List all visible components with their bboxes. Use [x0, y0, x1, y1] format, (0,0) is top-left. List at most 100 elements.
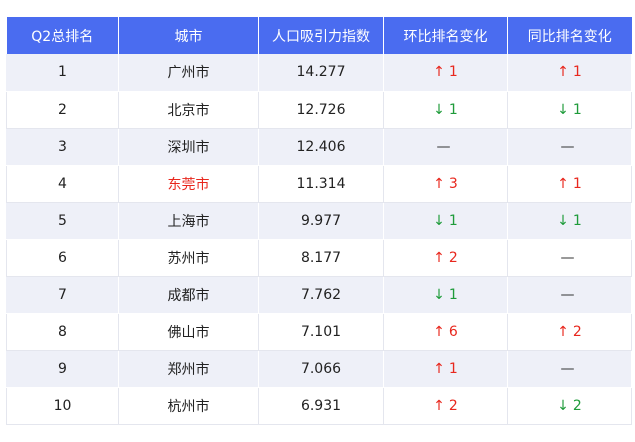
table-row: 3 深圳市 12.406 — — [6, 128, 632, 166]
mom-change-cell: ↓ 1 [383, 276, 508, 314]
city-cell: 东莞市 [118, 165, 259, 203]
yoy-change-cell: — [507, 128, 632, 166]
table-row: 9 郑州市 7.066 ↑ 1— [6, 350, 632, 388]
change-value: 2 [448, 249, 458, 266]
mom-change-cell: ↓ 1 [383, 202, 508, 240]
arrow-up-icon: ↑ [433, 397, 445, 414]
change-value: 1 [572, 212, 582, 229]
change-value: 1 [572, 64, 582, 81]
arrow-up-icon: ↑ [557, 323, 569, 340]
city-cell: 杭州市 [118, 387, 259, 425]
mom-change-cell: ↑ 2 [383, 239, 508, 277]
rank-cell: 6 [6, 239, 119, 277]
table-row: 1 广州市 14.277 ↑ 1 ↑ 1 [6, 54, 632, 92]
index-cell: 12.726 [258, 91, 384, 129]
index-cell: 7.066 [258, 350, 384, 388]
arrow-down-icon: ↓ [557, 397, 569, 414]
arrow-up-icon: ↑ [433, 323, 445, 340]
city-cell: 苏州市 [118, 239, 259, 277]
table-row: 10 杭州市 6.931 ↑ 2 ↓ 2 [6, 387, 632, 425]
yoy-change-cell: — [507, 350, 632, 388]
index-cell: 7.101 [258, 313, 384, 351]
change-value: 1 [448, 64, 458, 81]
city-cell: 广州市 [118, 54, 259, 92]
city-cell: 成都市 [118, 276, 259, 314]
arrow-down-icon: ↓ [433, 212, 445, 229]
dash-icon: — [436, 138, 451, 155]
rank-cell: 2 [6, 91, 119, 129]
index-cell: 8.177 [258, 239, 384, 277]
index-cell: 11.314 [258, 165, 384, 203]
yoy-change-cell: ↑ 2 [507, 313, 632, 351]
yoy-change-cell: ↓ 1 [507, 202, 632, 240]
arrow-up-icon: ↑ [433, 249, 445, 266]
dash-icon: — [560, 138, 575, 155]
change-value: 1 [448, 286, 458, 303]
header-city: 城市 [118, 17, 259, 54]
change-value: 2 [572, 323, 582, 340]
table-header: Q2总排名 城市 人口吸引力指数 环比排名变化 同比排名变化 [6, 17, 632, 54]
header-row: Q2总排名 城市 人口吸引力指数 环比排名变化 同比排名变化 [6, 17, 632, 54]
mom-change-cell: — [383, 128, 508, 166]
change-value: 6 [448, 323, 458, 340]
arrow-down-icon: ↓ [433, 101, 445, 118]
arrow-up-icon: ↑ [557, 175, 569, 192]
change-value: 2 [572, 397, 582, 414]
city-cell: 佛山市 [118, 313, 259, 351]
index-cell: 7.762 [258, 276, 384, 314]
table-row: 8 佛山市 7.101 ↑ 6 ↑ 2 [6, 313, 632, 351]
change-value: 1 [572, 175, 582, 192]
change-value: 1 [448, 360, 458, 377]
rank-cell: 5 [6, 202, 119, 240]
yoy-change-cell: ↓ 2 [507, 387, 632, 425]
ranking-table-container: Q2总排名 城市 人口吸引力指数 环比排名变化 同比排名变化 1 广州市 14.27… [6, 17, 632, 425]
header-rank: Q2总排名 [6, 17, 119, 54]
dash-icon: — [560, 360, 575, 377]
ranking-table: Q2总排名 城市 人口吸引力指数 环比排名变化 同比排名变化 1 广州市 14.27… [6, 17, 632, 425]
header-index: 人口吸引力指数 [258, 17, 384, 54]
yoy-change-cell: — [507, 276, 632, 314]
mom-change-cell: ↑ 6 [383, 313, 508, 351]
index-cell: 14.277 [258, 54, 384, 92]
table-row: 2 北京市 12.726 ↓ 1 ↓ 1 [6, 91, 632, 129]
index-cell: 6.931 [258, 387, 384, 425]
city-cell: 深圳市 [118, 128, 259, 166]
arrow-up-icon: ↑ [433, 64, 445, 81]
arrow-down-icon: ↓ [433, 286, 445, 303]
rank-cell: 3 [6, 128, 119, 166]
mom-change-cell: ↑ 2 [383, 387, 508, 425]
table-row: 7 成都市 7.762 ↓ 1— [6, 276, 632, 314]
arrow-up-icon: ↑ [557, 64, 569, 81]
mom-change-cell: ↑ 3 [383, 165, 508, 203]
rank-cell: 9 [6, 350, 119, 388]
city-cell: 北京市 [118, 91, 259, 129]
mom-change-cell: ↓ 1 [383, 91, 508, 129]
arrow-up-icon: ↑ [433, 360, 445, 377]
rank-cell: 7 [6, 276, 119, 314]
arrow-down-icon: ↓ [557, 212, 569, 229]
mom-change-cell: ↑ 1 [383, 54, 508, 92]
table-row: 4 东莞市 11.314 ↑ 3 ↑ 1 [6, 165, 632, 203]
index-cell: 9.977 [258, 202, 384, 240]
rank-cell: 10 [6, 387, 119, 425]
yoy-change-cell: — [507, 239, 632, 277]
dash-icon: — [560, 286, 575, 303]
arrow-down-icon: ↓ [557, 101, 569, 118]
change-value: 1 [448, 101, 458, 118]
rank-cell: 1 [6, 54, 119, 92]
table-row: 5 上海市 9.977 ↓ 1 ↓ 1 [6, 202, 632, 240]
change-value: 1 [572, 101, 582, 118]
table-row: 6 苏州市 8.177 ↑ 2— [6, 239, 632, 277]
arrow-up-icon: ↑ [433, 175, 445, 192]
yoy-change-cell: ↓ 1 [507, 91, 632, 129]
index-cell: 12.406 [258, 128, 384, 166]
city-cell: 郑州市 [118, 350, 259, 388]
mom-change-cell: ↑ 1 [383, 350, 508, 388]
header-mom-change: 环比排名变化 [383, 17, 508, 54]
dash-icon: — [560, 249, 575, 266]
table-body: 1 广州市 14.277 ↑ 1 ↑ 1 2 北京市 12.726 ↓ 1 ↓ 1 3 深圳市 12.406— —… [6, 54, 632, 425]
city-cell: 上海市 [118, 202, 259, 240]
header-yoy-change: 同比排名变化 [507, 17, 632, 54]
change-value: 1 [448, 212, 458, 229]
rank-cell: 4 [6, 165, 119, 203]
